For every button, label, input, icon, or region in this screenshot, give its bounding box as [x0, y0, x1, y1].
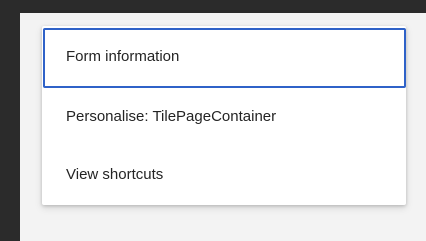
menu-item-label: View shortcuts [66, 166, 164, 183]
menu-item-view-shortcuts[interactable]: View shortcuts [42, 146, 406, 204]
menu-item-personalise[interactable]: Personalise: TilePageContainer [42, 88, 406, 146]
menu-item-label: Personalise: TilePageContainer [66, 108, 277, 125]
menu-item-form-information[interactable]: Form information [43, 28, 406, 88]
menu-item-label: Form information [66, 48, 180, 65]
context-menu: Form information Personalise: TilePageCo… [42, 26, 406, 205]
